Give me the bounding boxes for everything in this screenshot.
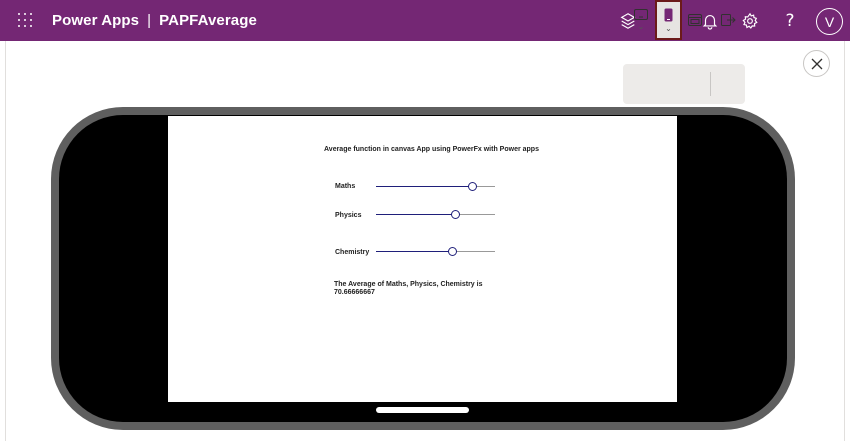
app-title: Power Apps | PAPFAverage (52, 12, 257, 29)
exit-preview-icon (720, 14, 736, 26)
home-indicator (376, 407, 469, 413)
close-icon (811, 58, 822, 69)
slider-fill (376, 214, 456, 215)
chevron-down-icon: ⌄ (665, 23, 672, 33)
maths-label: Maths (335, 183, 356, 190)
physics-label: Physics (335, 212, 362, 219)
help-icon[interactable]: ? (780, 11, 800, 31)
web-icon (688, 14, 702, 26)
tablet-icon (634, 9, 648, 20)
gear-icon[interactable] (740, 11, 760, 31)
app-name: PAPFAverage (159, 12, 257, 29)
slider-thumb[interactable] (447, 247, 457, 256)
tablet-device-button[interactable]: ⌄ (629, 0, 653, 40)
canvas-title: Average function in canvas App using Pow… (324, 146, 539, 153)
slider-fill (376, 186, 473, 187)
avatar[interactable]: V (816, 8, 843, 35)
chemistry-slider[interactable] (376, 247, 495, 257)
average-result: The Average of Maths, Physics, Chemistry… (334, 281, 494, 297)
chemistry-label: Chemistry (335, 249, 370, 256)
slider-thumb[interactable] (451, 210, 461, 219)
toolbar-divider (710, 72, 711, 96)
slider-thumb[interactable] (467, 182, 477, 191)
close-preview-button[interactable] (803, 50, 830, 77)
waffle-icon[interactable] (18, 13, 32, 27)
average-result-value: 70.66666667 (334, 289, 375, 296)
phone-icon (664, 8, 673, 21)
app-canvas-screen (168, 116, 677, 402)
maths-slider[interactable] (376, 182, 495, 192)
avatar-initial: V (824, 13, 835, 30)
chevron-down-icon: ⌄ (637, 22, 645, 31)
slider-fill (376, 251, 453, 252)
title-separator: | (147, 12, 152, 29)
physics-slider[interactable] (376, 210, 495, 220)
help-glyph: ? (785, 11, 795, 31)
exit-preview-button[interactable] (715, 0, 741, 40)
web-device-button[interactable] (684, 0, 706, 40)
average-result-label: The Average of Maths, Physics, Chemistry… (334, 281, 483, 288)
product-name: Power Apps (52, 12, 140, 29)
device-toolbar (623, 64, 745, 104)
phone-device-button[interactable]: ⌄ (655, 0, 682, 40)
